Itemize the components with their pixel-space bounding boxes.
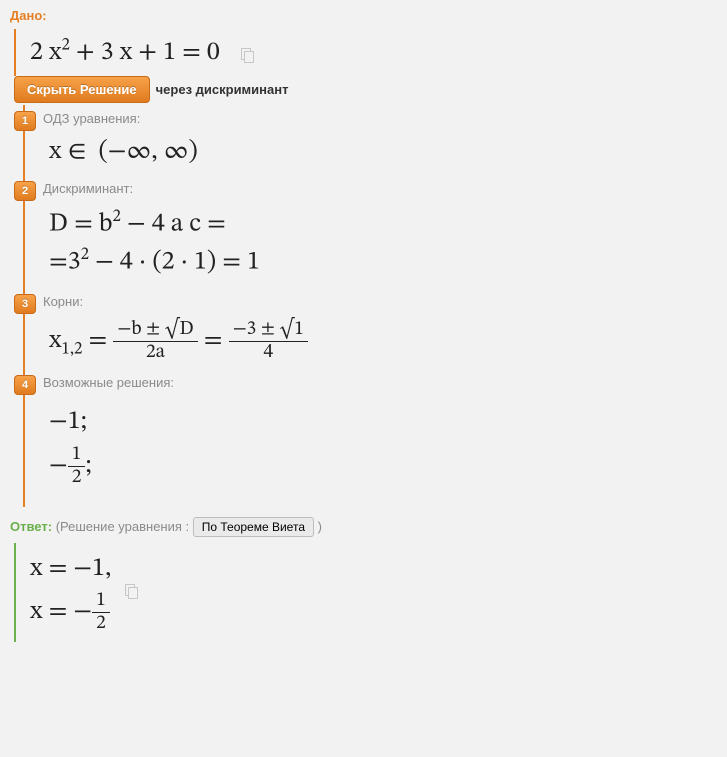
step-math: x1,2 = −b ± √D2a = −3 ± √14	[49, 319, 717, 363]
step-math: D = b2 − 4 a c ==32 − 4 · (2 · 1) = 1	[49, 206, 717, 283]
given-heading: Дано:	[10, 8, 717, 23]
copy-icon[interactable]	[125, 584, 139, 598]
step-label: Корни:	[43, 294, 717, 309]
step-label: Возможные решения:	[43, 375, 717, 390]
step-math: x ∈ (−∞, ∞)	[49, 136, 717, 169]
step-badge: 2	[14, 181, 36, 201]
answer-block: x = −1,x = −12	[14, 543, 717, 642]
step-4: 4 Возможные решения: −1;−12;	[23, 369, 717, 506]
hide-solution-button[interactable]: Скрыть Решение	[14, 76, 150, 103]
step-badge: 3	[14, 294, 36, 314]
given-equation: 2 x2 + 3 x + 1 = 0	[30, 40, 220, 66]
step-math: −1;−12;	[49, 400, 717, 488]
answer-math: x = −1,x = −12	[30, 549, 111, 634]
step-badge: 4	[14, 375, 36, 395]
step-label: ОДЗ уравнения:	[43, 111, 717, 126]
solution-toggle-row: Скрыть Решение через дискриминант	[14, 76, 717, 103]
step-1: 1 ОДЗ уравнения: x ∈ (−∞, ∞)	[23, 105, 717, 175]
vieta-button[interactable]: По Теореме Виета	[193, 517, 314, 537]
given-block: 2 x2 + 3 x + 1 = 0	[14, 29, 717, 76]
step-3: 3 Корни: x1,2 = −b ± √D2a = −3 ± √14	[23, 288, 717, 369]
step-badge: 1	[14, 111, 36, 131]
answer-note-prefix: (Решение уравнения :	[56, 519, 193, 534]
step-2: 2 Дискриминант: D = b2 − 4 a c ==32 − 4 …	[23, 175, 717, 289]
answer-heading: Ответ:	[10, 519, 52, 534]
copy-icon[interactable]	[241, 48, 255, 62]
answer-note-suffix: )	[318, 519, 322, 534]
solution-method-label: через дискриминант	[156, 82, 289, 97]
step-label: Дискриминант:	[43, 181, 717, 196]
